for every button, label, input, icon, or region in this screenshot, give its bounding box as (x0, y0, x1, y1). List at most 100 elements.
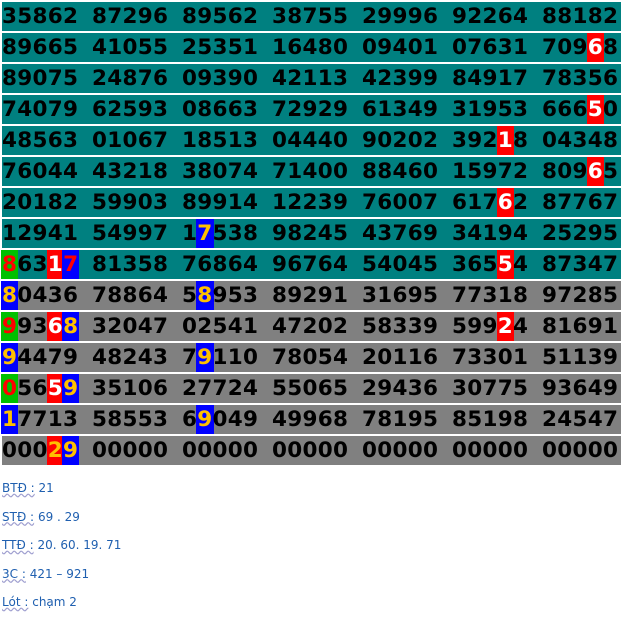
number-cell: 54045 (362, 250, 438, 279)
number-cell: 89665 (2, 33, 78, 62)
digit-group: 16480 (272, 35, 349, 60)
number-cell: 47202 (272, 312, 348, 341)
number-cell: 87767 (542, 188, 618, 217)
digit-group: 5 (603, 159, 619, 184)
digit-group: 87296 (92, 4, 169, 29)
digit-group: 02541 (182, 314, 259, 339)
highlighted-digit: 7 (62, 250, 80, 279)
number-cell: 42399 (362, 64, 438, 93)
grid-row: 20182 59903 89914 12239 76007 61762 87767 (2, 188, 621, 217)
number-cell: 48563 (2, 126, 78, 155)
number-cell: 04440 (272, 126, 348, 155)
highlighted-digit: 9 (1, 312, 19, 341)
number-cell: 73301 (452, 343, 528, 372)
note-label: BTĐ : (2, 481, 35, 495)
digit-group: 78356 (542, 66, 619, 91)
number-cell: 00000 (362, 436, 438, 465)
number-cell: 12239 (272, 188, 348, 217)
number-cell: 99368 (1, 312, 80, 341)
number-cell: 89075 (2, 64, 78, 93)
digit-group: 18513 (182, 128, 259, 153)
note-value: 421 – 921 (29, 566, 90, 581)
digit-group: 07631 (452, 35, 529, 60)
digit-group: 78864 (92, 283, 169, 308)
digit-group: 58553 (92, 407, 169, 432)
digit-group: 84917 (452, 66, 529, 91)
highlighted-digit: 9 (196, 405, 214, 434)
digit-group: 2 (513, 190, 529, 215)
grid-row: 76044 43218 38074 71400 88460 15972 80965 (2, 157, 621, 186)
number-cell: 92264 (452, 2, 528, 31)
digit-group: 5 (182, 283, 198, 308)
number-cell: 61762 (452, 188, 528, 217)
number-cell: 12941 (2, 219, 78, 248)
number-cell: 34194 (452, 219, 528, 248)
digit-group: 110 (212, 345, 259, 370)
digit-group: 58339 (362, 314, 439, 339)
digit-group: 4 (513, 252, 529, 277)
highlighted-digit: 9 (62, 436, 80, 465)
highlighted-digit: 8 (1, 250, 19, 279)
digit-group: 08663 (182, 97, 259, 122)
number-cell: 43218 (92, 157, 168, 186)
number-cell: 80965 (542, 157, 618, 186)
number-cell: 24876 (92, 64, 168, 93)
number-cell: 79110 (182, 343, 258, 372)
digit-group: 54997 (92, 221, 169, 246)
digit-group: 35862 (2, 4, 79, 29)
number-cell: 89562 (182, 2, 258, 31)
digit-group: 09401 (362, 35, 439, 60)
number-cell: 59903 (92, 188, 168, 217)
digit-group: 709 (542, 35, 588, 60)
note-label: Lót : (2, 595, 29, 609)
highlighted-digit: 6 (496, 188, 515, 217)
number-cell: 18513 (182, 126, 258, 155)
highlighted-digit: 2 (496, 312, 515, 341)
digit-group: 12239 (272, 190, 349, 215)
note-label: 3C : (2, 566, 26, 581)
number-cell: 29436 (362, 374, 438, 403)
digit-group: 78195 (362, 407, 439, 432)
highlighted-digit: 7 (196, 219, 214, 248)
grid-row: 35862 87296 89562 38755 29996 92264 88182 (2, 2, 621, 31)
number-cell: 01067 (92, 126, 168, 155)
number-cell: 78356 (542, 64, 618, 93)
digit-group: 89075 (2, 66, 79, 91)
number-cell: 16480 (272, 33, 348, 62)
grid-row: 12941 54997 17538 98245 43769 34194 25295 (2, 219, 621, 248)
note-line: TTĐ : 20. 60. 19. 71 (2, 531, 121, 560)
number-cell: 42113 (272, 64, 348, 93)
digit-group: 88182 (542, 4, 619, 29)
number-cell: 35862 (2, 2, 78, 31)
highlighted-digit: 8 (62, 312, 80, 341)
grid-row: 86317 81358 76864 96764 54045 36554 87347 (1, 250, 621, 279)
number-cell: 00000 (92, 436, 168, 465)
number-cell: 87296 (92, 2, 168, 31)
number-cell: 29996 (362, 2, 438, 31)
grid-row: 17713 58553 69049 49968 78195 85198 24547 (1, 405, 621, 434)
digit-group: 04440 (272, 128, 349, 153)
digit-group: 81358 (92, 252, 169, 277)
digit-group: 20116 (362, 345, 439, 370)
digit-group: 809 (542, 159, 588, 184)
number-cell: 74079 (2, 95, 78, 124)
grid-row: 89665 41055 25351 16480 09401 07631 70968 (2, 33, 621, 62)
number-cell: 87347 (542, 250, 618, 279)
digit-group: 666 (542, 97, 588, 122)
digit-group: 8 (513, 128, 529, 153)
number-cell: 38755 (272, 2, 348, 31)
digit-group: 00000 (182, 438, 259, 463)
digit-group: 56 (17, 376, 48, 401)
number-cell: 41055 (92, 33, 168, 62)
number-grid: 35862 87296 89562 38755 29996 92264 88182 89665… (1, 2, 621, 467)
digit-group: 00000 (452, 438, 529, 463)
digit-group: 8 (603, 35, 619, 60)
highlighted-digit: 6 (586, 157, 605, 186)
number-cell: 84917 (452, 64, 528, 93)
number-cell: 90202 (362, 126, 438, 155)
number-cell: 20182 (2, 188, 78, 217)
digit-group: 953 (212, 283, 259, 308)
highlighted-digit: 8 (196, 281, 214, 310)
number-cell: 89291 (272, 281, 348, 310)
number-cell: 97285 (542, 281, 618, 310)
